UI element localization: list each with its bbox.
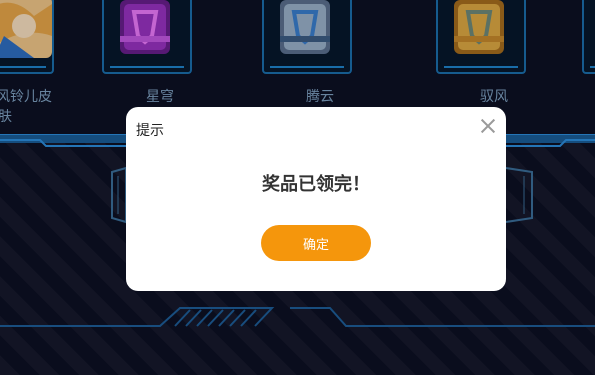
notice-dialog: 提示 奖品已领完！ 确定: [126, 107, 506, 291]
dialog-message: 奖品已领完！: [262, 174, 370, 195]
close-icon[interactable]: [480, 118, 496, 134]
confirm-button[interactable]: 确定: [261, 225, 371, 261]
dialog-title: 提示: [136, 123, 164, 139]
